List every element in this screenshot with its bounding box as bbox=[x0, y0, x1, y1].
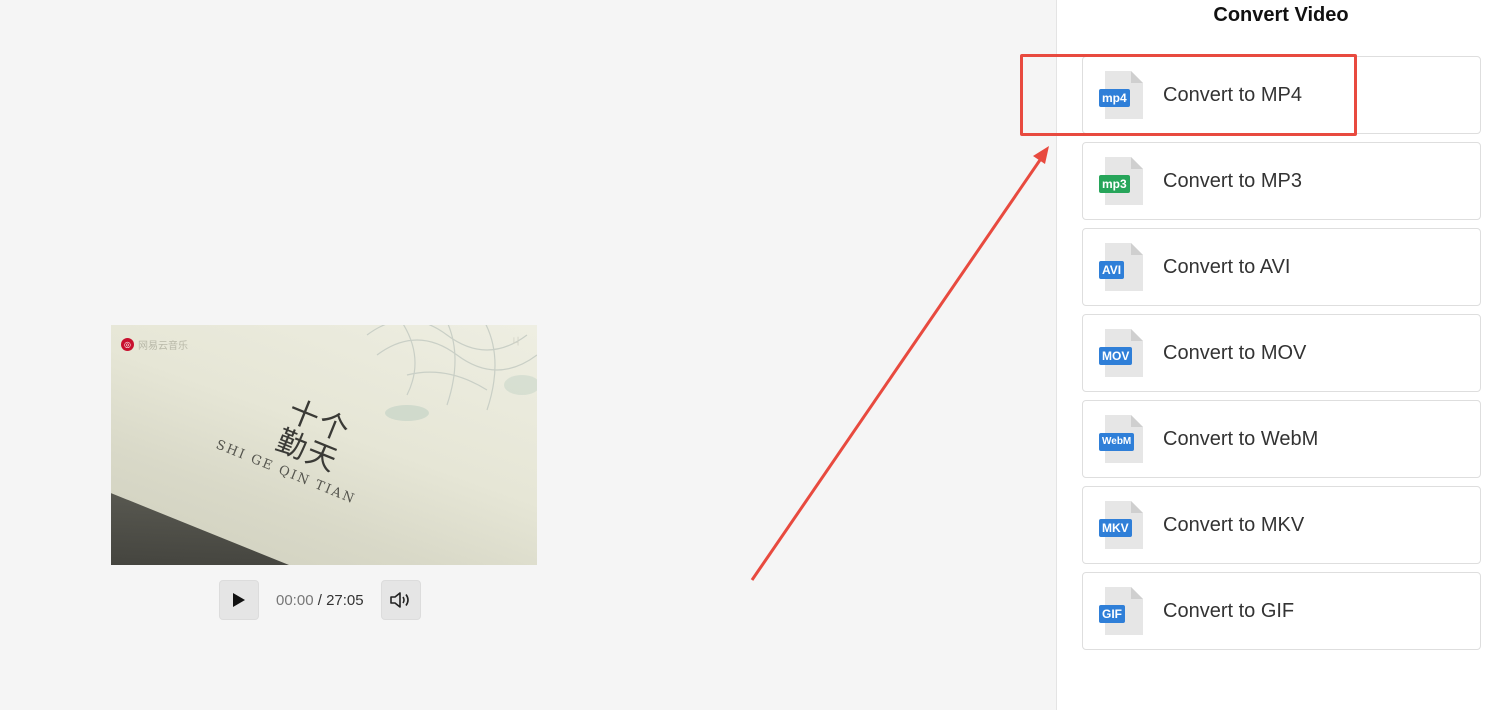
duration: 27:05 bbox=[326, 591, 364, 609]
time-display: 00:00 / 27:05 bbox=[276, 592, 364, 609]
option-label: Convert to AVI bbox=[1163, 255, 1291, 278]
mkv-file-icon: MKV bbox=[1099, 501, 1143, 549]
option-label: Convert to MOV bbox=[1163, 341, 1307, 364]
format-badge: mp3 bbox=[1099, 175, 1130, 193]
format-badge: MKV bbox=[1099, 519, 1132, 537]
mov-file-icon: MOV bbox=[1099, 329, 1143, 377]
convert-avi-button[interactable]: AVI Convert to AVI bbox=[1082, 228, 1481, 306]
format-badge: WebM bbox=[1099, 433, 1135, 451]
time-separator: / bbox=[313, 591, 327, 609]
video-player[interactable]: ◎ 网易云音乐 ㄐ 十个 勤天 SHI GE QIN TIAN bbox=[111, 325, 537, 565]
watermark: ◎ 网易云音乐 bbox=[121, 337, 188, 352]
convert-mov-button[interactable]: MOV Convert to MOV bbox=[1082, 314, 1481, 392]
convert-options-list: mp4 Convert to MP4 mp3 Convert to MP3 AV… bbox=[1082, 56, 1481, 658]
volume-icon bbox=[389, 592, 409, 608]
convert-gif-button[interactable]: GIF Convert to GIF bbox=[1082, 572, 1481, 650]
corner-mark: ㄐ bbox=[511, 337, 521, 348]
convert-mp3-button[interactable]: mp3 Convert to MP3 bbox=[1082, 142, 1481, 220]
option-label: Convert to MP3 bbox=[1163, 169, 1302, 192]
panel-title: Convert Video bbox=[1213, 4, 1349, 26]
option-label: Convert to MKV bbox=[1163, 513, 1305, 536]
convert-mkv-button[interactable]: MKV Convert to MKV bbox=[1082, 486, 1481, 564]
format-badge: GIF bbox=[1099, 605, 1125, 623]
format-badge: MOV bbox=[1099, 347, 1133, 365]
option-label: Convert to WebM bbox=[1163, 427, 1319, 450]
current-time: 00:00 bbox=[276, 591, 314, 609]
video-preview-area: ◎ 网易云音乐 ㄐ 十个 勤天 SHI GE QIN TIAN 00:00 / … bbox=[0, 0, 1056, 710]
avi-file-icon: AVI bbox=[1099, 243, 1143, 291]
flower-illustration bbox=[366, 325, 537, 421]
annotation-highlight-box bbox=[1020, 54, 1357, 136]
convert-webm-button[interactable]: WebM Convert to WebM bbox=[1082, 400, 1481, 478]
album-edge bbox=[111, 485, 295, 565]
option-label: Convert to GIF bbox=[1163, 599, 1295, 622]
play-icon bbox=[233, 593, 245, 607]
mp3-file-icon: mp3 bbox=[1099, 157, 1143, 205]
format-badge: AVI bbox=[1099, 261, 1125, 279]
play-button[interactable] bbox=[219, 580, 259, 620]
gif-file-icon: GIF bbox=[1099, 587, 1143, 635]
video-controls: 00:00 / 27:05 bbox=[219, 580, 421, 620]
watermark-text: 网易云音乐 bbox=[138, 341, 188, 352]
webm-file-icon: WebM bbox=[1099, 415, 1143, 463]
volume-button[interactable] bbox=[380, 580, 421, 620]
netease-logo-icon: ◎ bbox=[121, 338, 134, 351]
